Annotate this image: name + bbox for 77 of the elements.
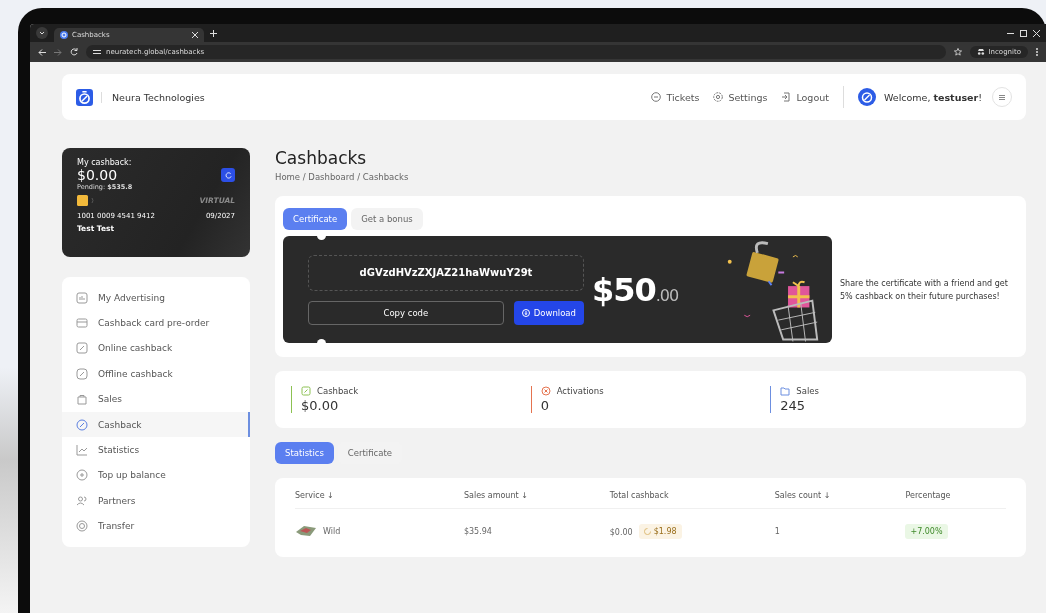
column-header: Sales amount ↓: [463, 490, 529, 500]
plus-icon: [76, 469, 88, 482]
certificate-code: dGVzdHVzZXJAZ21haWwuY29t: [308, 254, 584, 291]
certificate-amount: $50.00: [592, 270, 679, 309]
welcome-text: Welcome, testuser!: [883, 91, 982, 103]
tab-list-icon[interactable]: [36, 27, 48, 39]
sidebar-item[interactable]: My Advertising: [62, 285, 250, 311]
coin-icon: [76, 520, 88, 533]
column-header: Service ↓: [295, 490, 335, 500]
pending-icon: [643, 527, 651, 535]
cashback-label: My cashback:: [77, 158, 132, 167]
stat-value: 245: [780, 398, 807, 413]
user-avatar-icon[interactable]: [857, 88, 876, 106]
new-tab-icon[interactable]: [210, 29, 217, 37]
card-icon: [76, 317, 88, 330]
site-settings-icon: [93, 49, 101, 55]
certificate-description: Share the certificate with a friend and get 5% cashback on their future purchases!: [840, 277, 1009, 303]
sidebar-item[interactable]: Top up balance: [62, 462, 250, 489]
sidebar-item[interactable]: Cashback: [62, 411, 250, 438]
refresh-icon: [224, 171, 232, 179]
refresh-button[interactable]: [221, 168, 235, 182]
close-circle-icon: [540, 386, 551, 396]
sidebar-item[interactable]: Statistics: [62, 437, 250, 463]
back-icon[interactable]: [38, 48, 46, 56]
logout-icon: [781, 92, 792, 102]
folder-icon: [780, 386, 791, 396]
settings-icon: [713, 92, 724, 102]
column-header: Percentage: [905, 490, 952, 500]
sidebar-item[interactable]: Offline cashback: [62, 361, 250, 387]
percentage-badge: +7.00%: [905, 523, 948, 539]
table-cell-text: 1: [774, 526, 781, 536]
bag-icon: [76, 393, 88, 406]
reload-icon[interactable]: [70, 48, 78, 56]
column-header: Total cashback: [609, 490, 670, 500]
site-logo-icon: [60, 31, 68, 39]
cashback-balance: $0.00: [77, 167, 118, 183]
nav-link[interactable]: Settings: [713, 91, 768, 103]
sidebar-item[interactable]: Online cashback: [62, 335, 250, 362]
stat-value: 0: [540, 398, 550, 413]
sidebar-item[interactable]: Transfer: [62, 513, 250, 539]
table-cell: $0.00: [609, 527, 633, 537]
stat-label: Activations: [556, 386, 604, 396]
star-icon[interactable]: [953, 48, 962, 56]
card-chip-icon: [77, 195, 97, 206]
forward-icon[interactable]: [54, 48, 62, 56]
tab[interactable]: Get a bonus: [351, 208, 423, 230]
users-icon: [76, 494, 88, 507]
brand-name: Neura Technologies: [101, 91, 205, 103]
close-icon[interactable]: [1033, 29, 1040, 37]
stat-label: Cashback: [317, 386, 359, 396]
menu-button[interactable]: [992, 87, 1012, 107]
service-logo-icon: [295, 525, 317, 537]
nav-link[interactable]: Logout: [781, 91, 829, 103]
logo-icon: [76, 88, 93, 106]
line-chart-icon: [76, 444, 88, 457]
stat-label: Sales: [796, 386, 819, 396]
sidebar-item[interactable]: Partners: [62, 488, 250, 514]
close-icon[interactable]: [192, 32, 198, 38]
pending-badge: $1.98: [638, 523, 682, 539]
incognito-icon: [976, 49, 985, 55]
sidebar-item[interactable]: Cashback card pre-order: [62, 310, 250, 336]
tab[interactable]: Statistics: [275, 442, 334, 464]
download-button[interactable]: Download: [513, 300, 584, 325]
chart-icon: [76, 291, 88, 304]
column-header: Sales count ↓: [774, 490, 832, 500]
service-name: Wild: [323, 526, 341, 536]
copy-code-button[interactable]: Copy code: [308, 300, 504, 325]
sidebar-item[interactable]: Sales: [62, 386, 250, 412]
page-title: Cashbacks: [275, 148, 368, 168]
download-icon: [521, 308, 530, 317]
maximize-icon[interactable]: [1020, 29, 1027, 37]
nav-link[interactable]: Tickets: [651, 91, 700, 103]
breadcrumbs: Home / Dashboard / Cashbacks: [275, 172, 410, 182]
table-cell-text: $35.94: [463, 526, 493, 536]
menu-icon: [999, 94, 1005, 100]
tab[interactable]: Certificate: [283, 208, 348, 230]
stat-value: $0.00: [301, 398, 340, 413]
